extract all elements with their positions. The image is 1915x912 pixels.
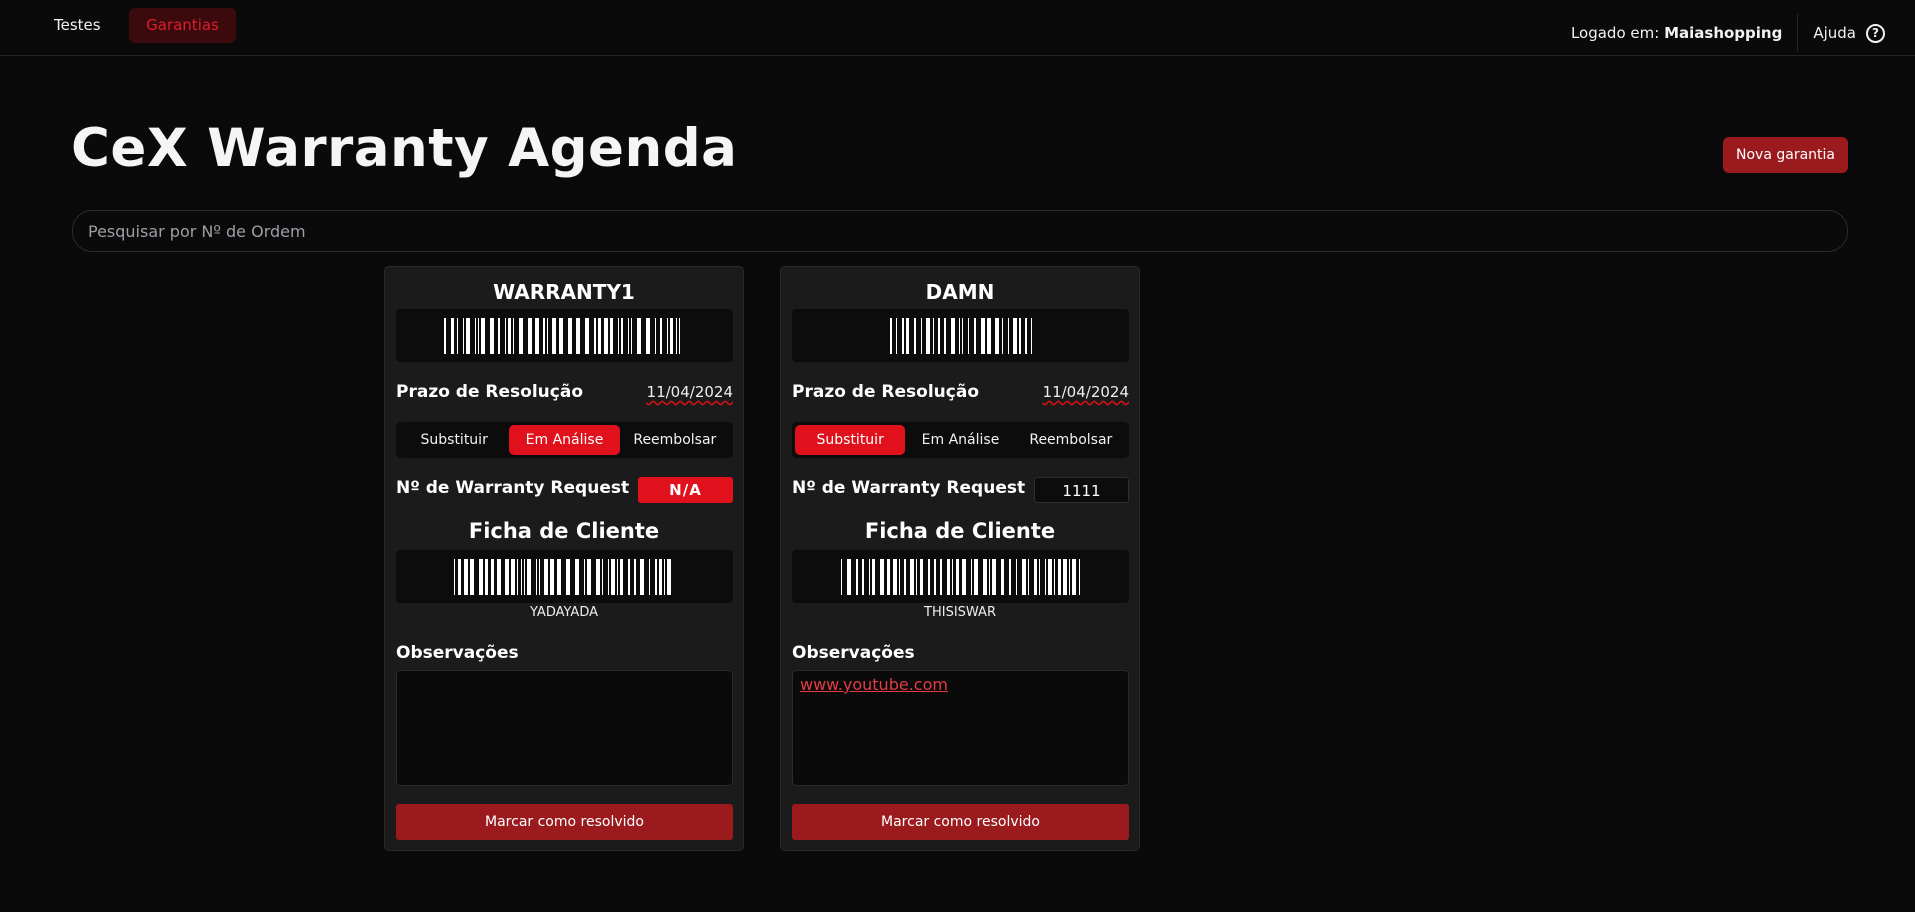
nav-right: Logado em: Maiashopping Ajuda ? [1571,14,1885,52]
help-label: Ajuda [1813,24,1856,42]
warranty-barcode [792,309,1129,362]
barcode-icon [443,317,686,354]
client-barcode [396,550,733,603]
barcode-bar [1079,558,1081,595]
top-nav: Testes Garantias Logado em: Maiashopping… [0,0,1915,56]
option-reembolsar[interactable]: Reembolsar [1016,425,1126,455]
warranty-title: WARRANTY1 [493,280,635,304]
logged-in-user: Maiashopping [1664,24,1783,42]
client-barcode [792,550,1129,603]
warranty-card: WARRANTY1 Prazo de Resolução 11/04/2024 … [384,266,744,851]
observations-textarea[interactable]: www.youtube.com [792,670,1129,786]
nav-tab-garantias[interactable]: Garantias [129,8,236,43]
warranty-request-value[interactable]: 1111 [1034,477,1129,503]
client-sheet-title: Ficha de Cliente [864,519,1056,543]
help-link[interactable]: Ajuda ? [1813,23,1885,43]
resolution-type-selector: Substituir Em Análise Reembolsar [792,422,1129,458]
warranty-request-value[interactable]: N/A [638,477,733,503]
warranty-card: DAMN Prazo de Resolução 11/04/2024 Subst… [780,266,1140,851]
observations-textarea[interactable] [396,670,733,786]
warranty-title: DAMN [925,280,995,304]
option-em-analise[interactable]: Em Análise [905,425,1015,455]
observations-link[interactable]: www.youtube.com [800,675,948,694]
deadline-date[interactable]: 11/04/2024 [647,383,733,401]
deadline-label: Prazo de Resolução [396,382,583,402]
barcode-gap [671,559,676,595]
resolution-type-selector: Substituir Em Análise Reembolsar [396,422,733,458]
deadline-label: Prazo de Resolução [792,382,979,402]
client-code: THISISWAR [924,605,996,620]
client-code: YADAYADA [530,605,598,620]
warranty-request-label: Nº de Warranty Request [792,478,1026,498]
help-icon: ? [1866,23,1885,43]
barcode-gap [680,318,685,354]
observations-label: Observações [396,643,519,663]
client-sheet-title: Ficha de Cliente [468,519,660,543]
mark-resolved-button[interactable]: Marcar como resolvido [396,804,733,840]
barcode-icon [453,558,676,595]
option-substituir[interactable]: Substituir [399,425,509,455]
search-input[interactable] [72,210,1848,252]
logged-in-status: Logado em: Maiashopping [1571,24,1797,42]
option-substituir[interactable]: Substituir [795,425,906,455]
option-reembolsar[interactable]: Reembolsar [620,425,730,455]
page-title: CeX Warranty Agenda [71,118,738,179]
option-em-analise[interactable]: Em Análise [509,425,620,455]
barcode-icon [840,558,1081,595]
barcode-bar [1030,317,1032,354]
observations-label: Observações [792,643,915,663]
deadline-date[interactable]: 11/04/2024 [1043,383,1129,401]
warranty-request-label: Nº de Warranty Request [396,478,630,498]
mark-resolved-button[interactable]: Marcar como resolvido [792,804,1129,840]
new-warranty-button[interactable]: Nova garantia [1723,137,1848,173]
nav-divider [1797,14,1799,52]
nav-tab-testes[interactable]: Testes [36,8,119,43]
logged-in-prefix: Logado em: [1570,24,1660,42]
warranty-barcode [396,309,733,362]
barcode-icon [889,317,1032,354]
